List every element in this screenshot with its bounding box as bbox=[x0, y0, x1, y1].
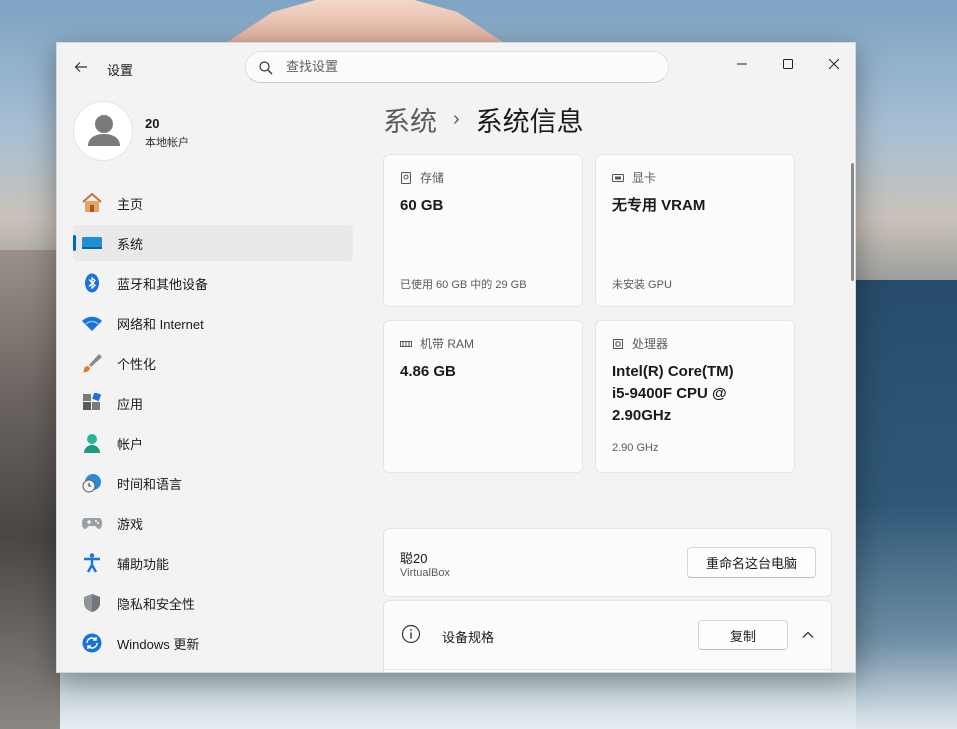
sidebar-item-bluetooth[interactable]: 蓝牙和其他设备 bbox=[73, 265, 353, 301]
storage-card: 存储 60 GB 已使用 60 GB 中的 29 GB bbox=[383, 154, 583, 307]
sidebar-item-network[interactable]: 网络和 Internet bbox=[73, 305, 353, 341]
cpu-title: 处理器 bbox=[632, 337, 669, 351]
storage-footer: 已使用 60 GB 中的 29 GB bbox=[400, 279, 527, 291]
rename-pc-button[interactable]: 重命名这台电脑 bbox=[687, 547, 816, 578]
gpu-card: 显卡 无专用 VRAM 未安装 GPU bbox=[595, 154, 795, 307]
gpu-value: 无专用 VRAM bbox=[612, 197, 706, 214]
breadcrumb-parent[interactable]: 系统 bbox=[383, 100, 437, 139]
user-name: 20 bbox=[145, 116, 160, 131]
cpu-card: 处理器 Intel(R) Core(TM) i5-9400F CPU @ 2.9… bbox=[595, 320, 795, 473]
page-title: 系统信息 bbox=[475, 106, 584, 137]
sidebar-item-label: 隐私和安全性 bbox=[117, 596, 196, 612]
gpu-title: 显卡 bbox=[632, 171, 657, 185]
close-icon bbox=[829, 59, 839, 69]
sidebar-item-accounts[interactable]: 帐户 bbox=[73, 425, 353, 461]
divider bbox=[384, 669, 833, 670]
sidebar-item-label: Windows 更新 bbox=[117, 636, 200, 652]
sidebar-item-personalization[interactable]: 个性化 bbox=[73, 345, 353, 381]
ram-card: 机带 RAM 4.86 GB bbox=[383, 320, 583, 473]
user-silhouette-icon bbox=[88, 115, 120, 146]
ram-title: 机带 RAM bbox=[420, 337, 475, 351]
title-bar: 设置 bbox=[57, 43, 855, 91]
home-icon bbox=[81, 193, 103, 213]
gpu-icon bbox=[612, 172, 624, 184]
gamepad-icon bbox=[81, 513, 103, 533]
sidebar-item-label: 主页 bbox=[117, 196, 144, 212]
apps-icon bbox=[81, 393, 103, 413]
device-specs-title: 设备规格 bbox=[442, 630, 495, 645]
cpu-card-header: 处理器 bbox=[612, 335, 668, 352]
brush-icon bbox=[81, 353, 103, 373]
system-icon bbox=[81, 233, 103, 253]
gpu-footer: 未安装 GPU bbox=[612, 279, 672, 291]
account-type: 本地帐户 bbox=[145, 137, 189, 149]
sidebar-item-windows-update[interactable]: Windows 更新 bbox=[73, 625, 353, 661]
shield-icon bbox=[81, 593, 103, 613]
breadcrumb: 系统 › 系统信息 bbox=[383, 99, 584, 139]
sidebar-item-label: 游戏 bbox=[117, 516, 144, 532]
pc-model: VirtualBox bbox=[400, 567, 450, 579]
sidebar-item-privacy[interactable]: 隐私和安全性 bbox=[73, 585, 353, 621]
storage-title: 存储 bbox=[420, 171, 445, 185]
maximize-icon bbox=[783, 59, 793, 69]
storage-icon bbox=[400, 171, 412, 184]
info-icon bbox=[401, 624, 421, 644]
arrow-left-icon bbox=[74, 62, 87, 72]
sidebar-item-label: 个性化 bbox=[117, 356, 157, 372]
search-box[interactable] bbox=[245, 51, 669, 83]
storage-value: 60 GB bbox=[400, 197, 444, 214]
sidebar-item-label: 网络和 Internet bbox=[117, 316, 204, 332]
sidebar-item-label: 蓝牙和其他设备 bbox=[117, 276, 209, 292]
cpu-value-line: i5-9400F CPU @ bbox=[612, 385, 727, 402]
scrollbar-thumb[interactable] bbox=[851, 163, 854, 281]
accessibility-icon bbox=[81, 553, 103, 573]
wallpaper-sea bbox=[856, 280, 957, 729]
sidebar-item-time-language[interactable]: 时间和语言 bbox=[73, 465, 353, 501]
sidebar-item-label: 应用 bbox=[117, 396, 144, 412]
minimize-button[interactable] bbox=[719, 49, 765, 79]
pc-name: 聪20 bbox=[400, 551, 428, 566]
globe-clock-icon bbox=[81, 473, 103, 493]
update-icon bbox=[81, 633, 103, 653]
cpu-value: Intel(R) Core(TM) i5-9400F CPU @ 2.90GHz bbox=[612, 361, 792, 427]
app-title: 设置 bbox=[107, 63, 134, 78]
sidebar-item-label: 系统 bbox=[117, 236, 144, 252]
sidebar-nav: 主页 系统 蓝牙和其他设备 网络和 Internet 个性化 应用 帐户 时间和… bbox=[73, 185, 353, 665]
chevron-up-icon[interactable] bbox=[800, 627, 816, 643]
cpu-footer: 2.90 GHz bbox=[612, 442, 659, 454]
sidebar-item-apps[interactable]: 应用 bbox=[73, 385, 353, 421]
storage-card-header: 存储 bbox=[400, 169, 444, 186]
settings-window: 设置 20 本地帐户 主页 系统 蓝牙和 bbox=[56, 42, 856, 673]
gpu-card-header: 显卡 bbox=[612, 169, 656, 186]
sidebar-item-accessibility[interactable]: 辅助功能 bbox=[73, 545, 353, 581]
avatar bbox=[73, 101, 133, 161]
minimize-icon bbox=[737, 63, 747, 65]
cpu-value-line: 2.90GHz bbox=[612, 407, 672, 424]
device-specs-section[interactable]: 设备规格 复制 bbox=[383, 600, 833, 672]
user-profile[interactable]: 20 本地帐户 bbox=[73, 101, 353, 161]
processor-icon bbox=[612, 338, 624, 350]
copy-button[interactable]: 复制 bbox=[698, 620, 788, 650]
maximize-button[interactable] bbox=[765, 49, 811, 79]
close-button[interactable] bbox=[811, 49, 855, 79]
breadcrumb-separator: › bbox=[453, 107, 460, 130]
sidebar-item-label: 时间和语言 bbox=[117, 476, 183, 492]
ram-card-header: 机带 RAM bbox=[400, 335, 474, 352]
cpu-value-line: Intel(R) Core(TM) bbox=[612, 363, 734, 380]
account-icon bbox=[81, 433, 103, 453]
back-button[interactable] bbox=[69, 55, 93, 79]
ram-value: 4.86 GB bbox=[400, 363, 456, 380]
ram-icon bbox=[400, 338, 412, 350]
pc-name-card: 聪20 VirtualBox 重命名这台电脑 bbox=[383, 528, 832, 597]
search-icon bbox=[259, 61, 273, 75]
wallpaper-shore bbox=[0, 250, 60, 729]
sidebar-item-label: 帐户 bbox=[117, 436, 144, 452]
sidebar-item-gaming[interactable]: 游戏 bbox=[73, 505, 353, 541]
sidebar-item-label: 辅助功能 bbox=[117, 556, 170, 572]
sidebar-item-home[interactable]: 主页 bbox=[73, 185, 353, 221]
sidebar-item-system[interactable]: 系统 bbox=[73, 225, 353, 261]
wifi-icon bbox=[81, 313, 103, 333]
bluetooth-icon bbox=[81, 273, 103, 293]
search-input[interactable] bbox=[286, 59, 646, 74]
